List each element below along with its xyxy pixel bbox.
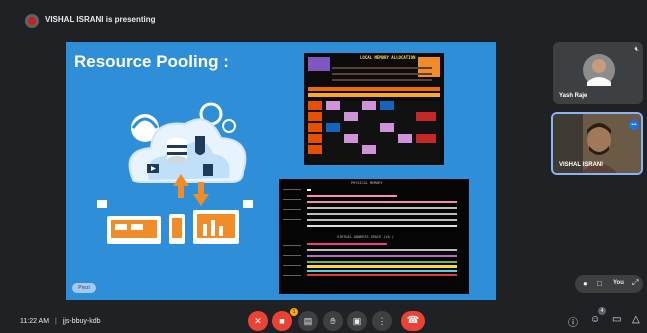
shield-icon — [195, 136, 205, 155]
doc-icon — [203, 164, 213, 176]
mic-off-icon: 🔇︎ — [634, 46, 639, 53]
download-arrow-icon — [193, 194, 209, 206]
prezi-badge: Prezi — [72, 283, 96, 293]
raise-hand-icon: ✋︎ — [330, 316, 336, 326]
chat-icon[interactable]: ▭ — [612, 314, 621, 325]
meeting-time: 11:22 AM — [20, 318, 50, 325]
participant-name: Yash Raje — [559, 93, 588, 99]
captions-button[interactable]: ▤ — [298, 311, 318, 331]
cloud-illustration — [97, 102, 253, 244]
raise-hand-button[interactable]: ✋︎ — [323, 311, 343, 331]
present-icon: ▣ — [352, 316, 362, 326]
virtual-address-title: VIRTUAL ADDRESS SPACE (VA ) — [337, 235, 394, 239]
people-icon[interactable]: ☺ — [590, 314, 600, 325]
screenshot-title: LOCAL MEMORY ALLOCATION — [360, 55, 416, 60]
self-view-pill[interactable]: ● □ You ⤢ — [575, 275, 643, 293]
camera-toggle-button[interactable]: ■ — [272, 311, 292, 331]
participant-tile-vishal[interactable]: ••• VISHAL ISRANI — [551, 112, 643, 175]
speaking-indicator-icon: ••• — [629, 120, 639, 130]
meeting-code: jjs-bbuy-kdb — [62, 318, 101, 325]
info-icon[interactable]: ⓘ — [568, 314, 578, 329]
mic-off-icon: ● — [583, 279, 588, 288]
hand-raise-badge: 1 — [290, 308, 298, 316]
gear-small-icon — [222, 119, 236, 133]
call-end-icon: ☎︎ — [406, 315, 420, 326]
more-options-button[interactable]: ⋮ — [372, 311, 392, 331]
leave-call-button[interactable]: ☎︎ — [401, 311, 425, 331]
self-label: You — [613, 280, 624, 286]
captions-icon: ▤ — [303, 316, 313, 326]
mic-toggle-button[interactable]: ✕ — [248, 311, 268, 331]
expand-icon[interactable]: ⤢ — [632, 278, 638, 288]
memory-allocation-screenshot: LOCAL MEMORY ALLOCATION — [304, 53, 444, 165]
separator: | — [55, 318, 57, 325]
presenting-label: VISHAL ISRANI is presenting — [45, 15, 156, 24]
activities-icon[interactable]: △ — [632, 314, 640, 325]
presenter-avatar — [25, 14, 39, 28]
physical-memory-title: PHYSICAL MEMORY — [351, 181, 383, 185]
camera-off-icon: ■ — [279, 316, 285, 326]
shared-slide: Resource Pooling : LOCAL MEMORY ALLOCATI… — [66, 42, 496, 300]
more-vert-icon: ⋮ — [377, 316, 387, 326]
slide-title: Resource Pooling : — [74, 52, 229, 71]
camera-off-icon[interactable]: □ — [597, 279, 602, 288]
participant-tile-yash[interactable]: 🔇︎ Yash Raje — [553, 42, 643, 104]
present-button[interactable]: ▣ — [347, 311, 367, 331]
memory-map-screenshot: PHYSICAL MEMORY VIRTUAL ADDRESS SPACE (V… — [279, 179, 469, 294]
mic-off-icon: ✕ — [254, 316, 262, 326]
meeting-details: 11:22 AM | jjs-bbuy-kdb — [20, 318, 101, 325]
participant-name: VISHAL ISRANI — [559, 162, 603, 168]
